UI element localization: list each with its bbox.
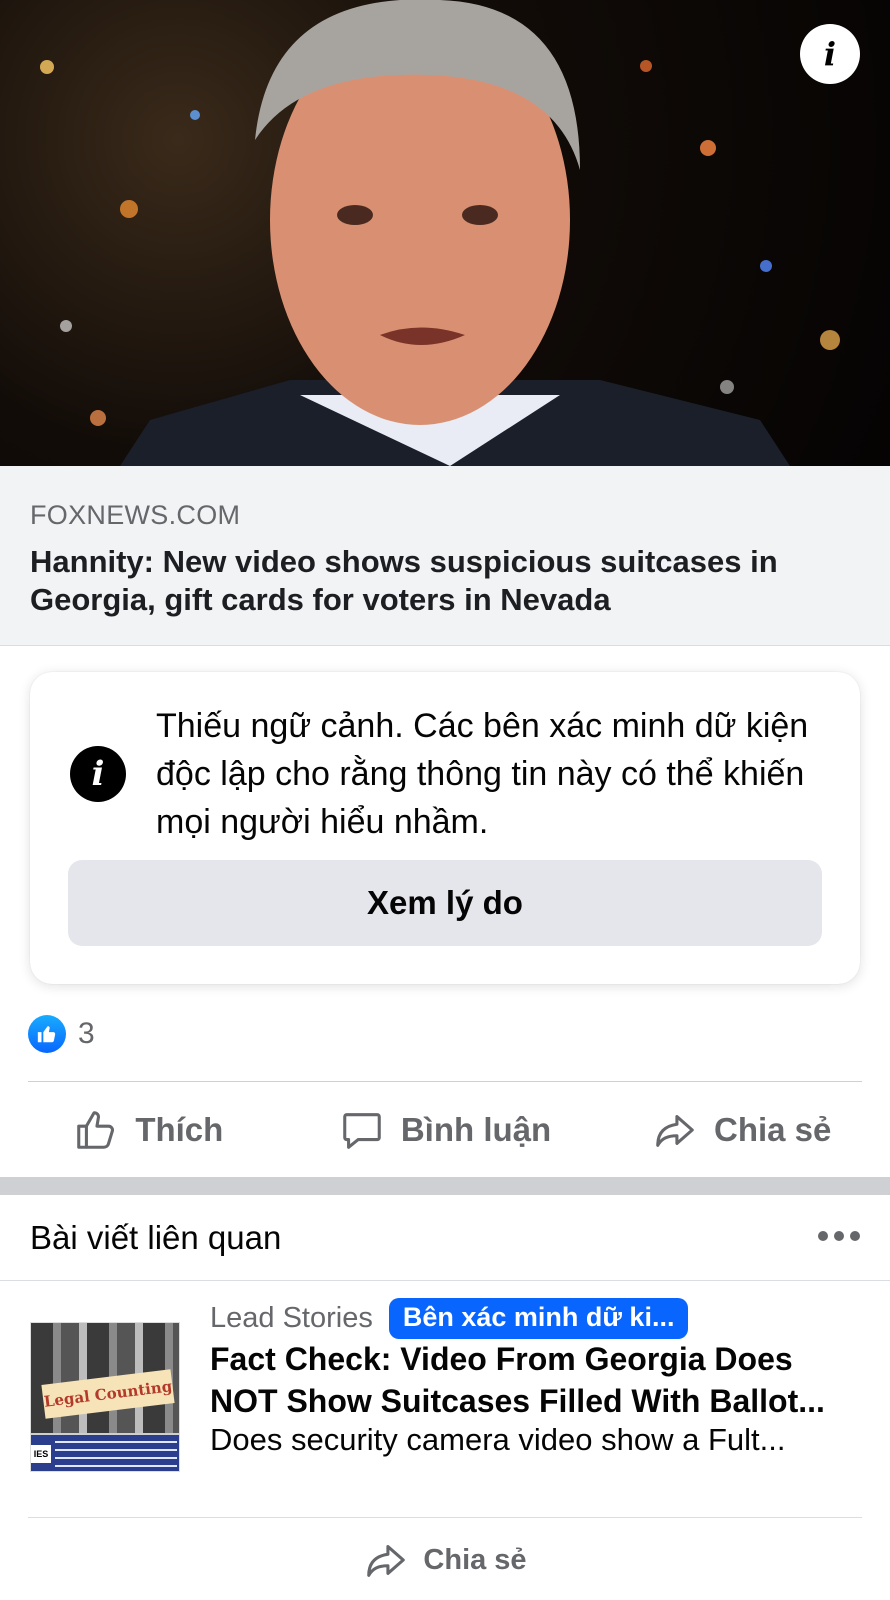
related-posts-header: Bài viết liên quan bbox=[0, 1195, 890, 1281]
like-label: Thích bbox=[135, 1111, 224, 1148]
thumbnail-ticker-text bbox=[55, 1441, 177, 1471]
headline-line: NOT Show Suitcases Filled With Ballot... bbox=[210, 1383, 825, 1419]
reaction-count: 3 bbox=[78, 1017, 95, 1050]
divider bbox=[28, 1517, 862, 1518]
related-post-item[interactable]: Legal Counting IES Lead Stories Bên xác … bbox=[0, 1298, 890, 1505]
share-icon bbox=[367, 1545, 406, 1577]
post-actions: Thích Bình luận Chia sẻ bbox=[0, 1090, 890, 1170]
related-post-source-row: Lead Stories Bên xác minh dữ ki... bbox=[210, 1298, 689, 1339]
post-image[interactable]: i bbox=[0, 0, 890, 466]
share-button[interactable]: Chia sẻ bbox=[593, 1090, 890, 1170]
source-name[interactable]: Lead Stories bbox=[210, 1302, 373, 1335]
related-post-thumbnail[interactable]: Legal Counting IES bbox=[30, 1322, 180, 1472]
related-post-description: Does security camera video show a Fult..… bbox=[210, 1422, 786, 1457]
share-label: Chia sẻ bbox=[713, 1111, 832, 1148]
info-icon: i bbox=[70, 746, 126, 802]
see-why-button[interactable]: Xem lý do bbox=[68, 860, 822, 946]
comment-icon bbox=[343, 1113, 381, 1149]
share-icon bbox=[656, 1115, 694, 1147]
comment-button[interactable]: Bình luận bbox=[297, 1090, 594, 1170]
divider bbox=[28, 1081, 862, 1082]
reaction-summary[interactable]: 3 bbox=[28, 1014, 95, 1054]
related-share-label: Chia sẻ bbox=[423, 1543, 527, 1576]
fact-checker-badge: Bên xác minh dữ ki... bbox=[388, 1298, 689, 1339]
anchor-figure bbox=[120, 0, 790, 466]
thumbs-up-icon bbox=[77, 1111, 115, 1149]
link-preview[interactable]: FOXNEWS.COM Hannity: New video shows sus… bbox=[0, 466, 890, 646]
related-post-headline: Fact Check: Video From Georgia Does NOT … bbox=[210, 1338, 870, 1422]
comment-label: Bình luận bbox=[400, 1111, 552, 1148]
fact-check-card: i Thiếu ngữ cảnh. Các bên xác minh dữ ki… bbox=[30, 672, 860, 984]
info-icon[interactable]: i bbox=[800, 24, 860, 84]
related-posts-title: Bài viết liên quan bbox=[30, 1219, 282, 1256]
headline-line: Fact Check: Video From Georgia Does bbox=[210, 1341, 793, 1377]
link-title: Hannity: New video shows suspicious suit… bbox=[30, 544, 778, 617]
section-separator bbox=[0, 1177, 890, 1195]
like-icon bbox=[28, 1015, 66, 1053]
fact-check-message: Thiếu ngữ cảnh. Các bên xác minh dữ kiện… bbox=[156, 707, 809, 841]
like-button[interactable]: Thích bbox=[0, 1090, 297, 1170]
thumbnail-tag: IES bbox=[31, 1445, 51, 1463]
more-icon[interactable] bbox=[818, 1231, 860, 1241]
related-share-button[interactable]: Chia sẻ bbox=[0, 1530, 890, 1590]
link-domain: FOXNEWS.COM bbox=[30, 500, 241, 530]
